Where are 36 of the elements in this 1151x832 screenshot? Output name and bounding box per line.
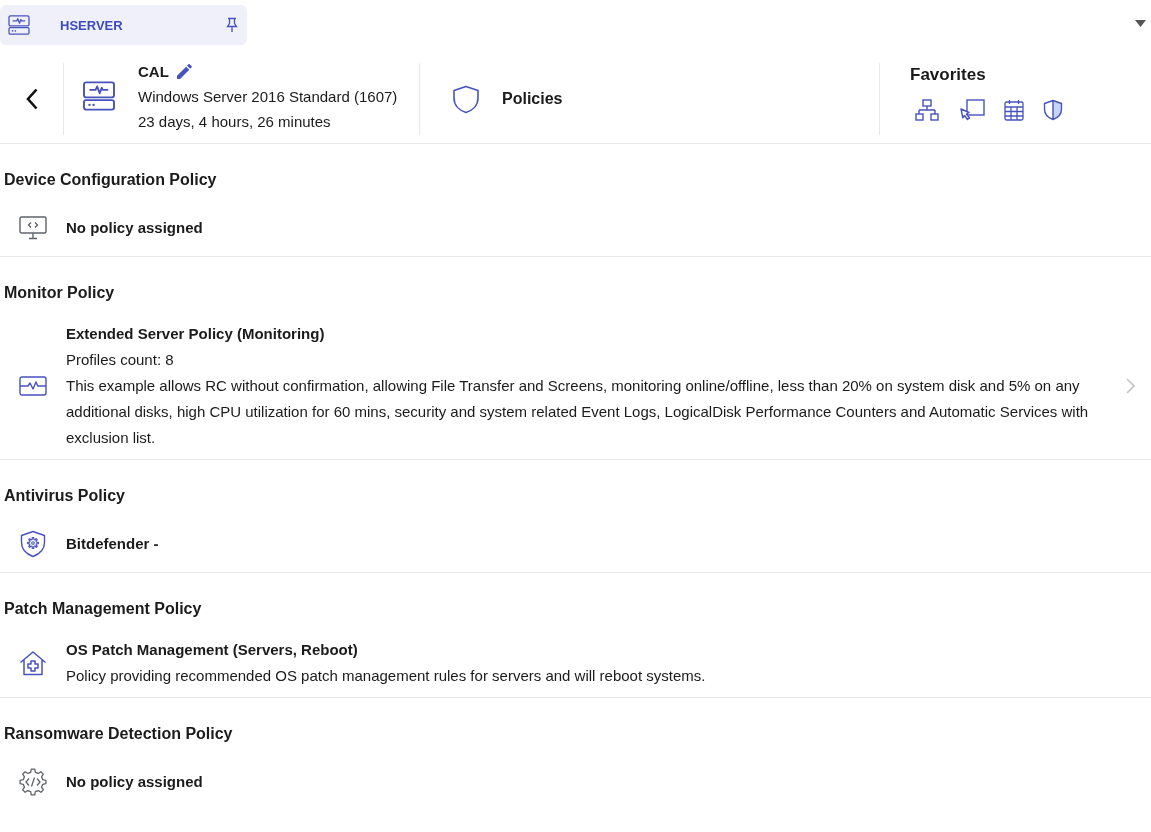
os-label: Windows Server 2016 Standard (1607) — [138, 87, 398, 107]
server-icon — [82, 81, 116, 111]
caret-icon[interactable] — [1135, 20, 1146, 27]
pencil-icon[interactable] — [176, 64, 192, 79]
device-tab[interactable]: HSERVER — [0, 5, 247, 45]
policy-name: OS Patch Management (Servers, Reboot) — [66, 640, 359, 660]
policy-name: Bitdefender - — [66, 534, 160, 554]
device-name: CAL — [138, 62, 169, 82]
policy-description: Policy providing recommended OS patch management rules for servers and will reboot systems. — [66, 666, 707, 686]
gear-code-icon — [19, 768, 47, 796]
house-plus-icon — [19, 650, 47, 676]
chevron-left-icon — [24, 88, 39, 110]
server-icon — [8, 15, 30, 35]
uptime-label: 23 days, 4 hours, 26 minutes — [138, 112, 332, 132]
network-icon[interactable] — [915, 99, 939, 121]
section-heading: Ransomware Detection Policy — [3, 724, 234, 744]
pulse-icon — [19, 376, 47, 396]
policy-name: Extended Server Policy (Monitoring) — [66, 324, 326, 344]
section-heading: Monitor Policy — [3, 283, 116, 303]
favorites-title: Favorites — [910, 64, 987, 86]
policy-name: No policy assigned — [66, 218, 204, 238]
policy-description: This example allows RC without confirmation, allowing File Transfer and Screens, monitoring online/offline, less than 20% on system disk and 5% on any additional disks, high CPU utilization for 60 mins, security and system related Event Logs, LogicalDisk Performance Counters and Automatic Services with exclusion list. — [66, 376, 1090, 448]
pin-icon[interactable] — [226, 17, 238, 33]
back-button[interactable] — [24, 88, 39, 110]
monitor-code-icon — [19, 216, 47, 240]
shield-icon[interactable] — [1043, 99, 1063, 121]
profiles-count: Profiles count: 8 — [66, 350, 175, 370]
section-heading: Antivirus Policy — [3, 486, 126, 506]
policy-name: No policy assigned — [66, 772, 204, 792]
remote-control-icon[interactable] — [958, 99, 985, 121]
section-heading: Device Configuration Policy — [3, 170, 218, 190]
page-title: Policies — [502, 90, 563, 108]
shield-gear-icon — [20, 530, 46, 558]
shield-icon — [452, 84, 480, 114]
calendar-icon[interactable] — [1004, 99, 1024, 121]
section-heading: Patch Management Policy — [3, 599, 203, 619]
